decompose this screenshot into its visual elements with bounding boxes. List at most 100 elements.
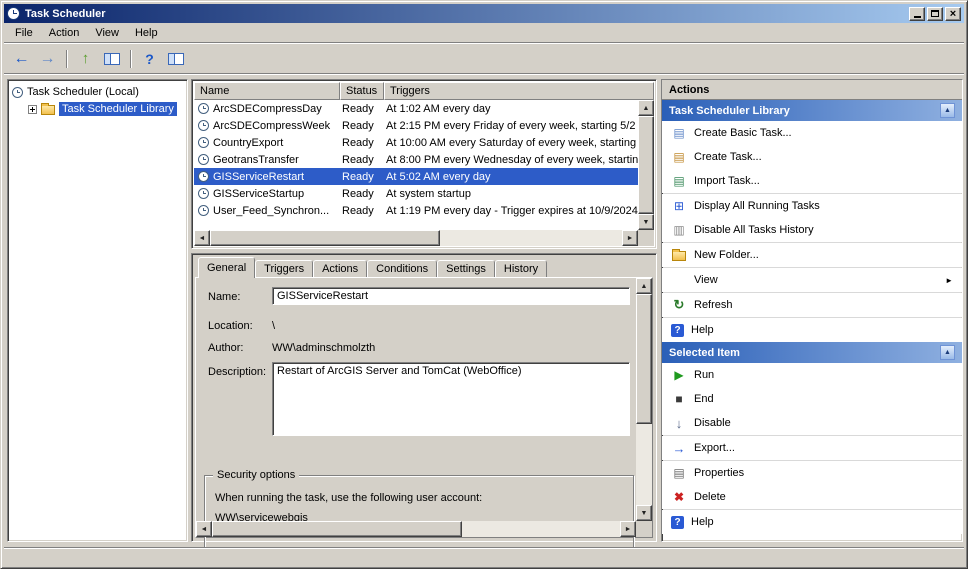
- scrollbar-thumb[interactable]: [212, 521, 462, 537]
- action-refresh[interactable]: Refresh: [662, 293, 962, 317]
- action-disable-tasks-history[interactable]: Disable All Tasks History: [662, 218, 962, 242]
- scroll-up-icon[interactable]: ▲: [638, 100, 654, 116]
- security-options-title: Security options: [213, 469, 300, 481]
- column-header-status[interactable]: Status: [340, 82, 384, 100]
- action-delete[interactable]: Delete: [662, 485, 962, 509]
- action-run[interactable]: Run: [662, 363, 962, 387]
- author-value: WW\adminschmolzth: [272, 342, 376, 354]
- action-item-label: Properties: [694, 467, 745, 479]
- action-properties[interactable]: Properties: [662, 461, 962, 485]
- forward-button[interactable]: →: [36, 47, 59, 70]
- action-import-task[interactable]: Import Task...: [662, 169, 962, 193]
- scrollbar-thumb[interactable]: [210, 230, 440, 246]
- scroll-right-icon[interactable]: ►: [622, 230, 638, 246]
- action-new-folder[interactable]: New Folder...: [662, 243, 962, 267]
- scrollbar-thumb[interactable]: [638, 116, 654, 214]
- title-bar[interactable]: Task Scheduler ×: [4, 4, 964, 23]
- help-button[interactable]: ?: [138, 47, 161, 70]
- task-name: ArcSDECompressDay: [213, 102, 322, 115]
- action-create-task[interactable]: Create Task...: [662, 145, 962, 169]
- section-header-label: Task Scheduler Library: [669, 104, 790, 117]
- tab-triggers[interactable]: Triggers: [255, 260, 314, 278]
- task-list-vertical-scrollbar[interactable]: ▲ ▼: [638, 100, 654, 230]
- section-header-selected-item[interactable]: Selected Item ▲: [662, 342, 962, 363]
- maximize-button[interactable]: [927, 6, 943, 21]
- tree-node-task-scheduler-local[interactable]: Task Scheduler (Local): [10, 84, 185, 100]
- general-tab-page: Name: GISServiceRestart Location: \ Auth…: [195, 277, 653, 551]
- task-icon: [198, 154, 209, 165]
- action-item-label: End: [694, 393, 714, 405]
- menu-file[interactable]: File: [7, 24, 41, 42]
- library-icon: [41, 103, 55, 115]
- scrollbar-thumb[interactable]: [636, 294, 652, 424]
- name-label: Name:: [208, 291, 241, 303]
- description-field[interactable]: Restart of ArcGIS Server and TomCat (Web…: [272, 362, 630, 436]
- action-export[interactable]: Export...: [662, 436, 962, 460]
- author-label: Author:: [208, 342, 244, 354]
- name-field[interactable]: GISServiceRestart: [272, 287, 630, 305]
- action-end[interactable]: End: [662, 387, 962, 411]
- details-tabs: General Triggers Actions Conditions Sett…: [198, 257, 548, 278]
- run-icon: [671, 367, 687, 383]
- task-list-horizontal-scrollbar[interactable]: ◄ ►: [194, 230, 638, 246]
- scroll-left-icon[interactable]: ◄: [194, 230, 210, 246]
- action-pane-button[interactable]: [164, 47, 187, 70]
- table-row-selected[interactable]: GISServiceRestart Ready At 5:02 AM every…: [194, 168, 638, 185]
- create-basic-task-icon: [671, 125, 687, 141]
- back-button[interactable]: ←: [10, 47, 33, 70]
- task-icon: [198, 205, 209, 216]
- collapse-icon[interactable]: ▲: [940, 103, 955, 118]
- console-tree-icon: [103, 52, 120, 65]
- collapse-icon[interactable]: ▲: [940, 345, 955, 360]
- location-value: \: [272, 320, 276, 332]
- scroll-down-icon[interactable]: ▼: [636, 505, 652, 521]
- action-item-label: Disable: [694, 417, 731, 429]
- action-display-running-tasks[interactable]: Display All Running Tasks: [662, 194, 962, 218]
- section-header-library[interactable]: Task Scheduler Library ▲: [662, 100, 962, 121]
- tab-conditions[interactable]: Conditions: [367, 260, 438, 278]
- display-running-tasks-icon: [671, 198, 687, 214]
- scroll-down-icon[interactable]: ▼: [638, 214, 654, 230]
- export-list-button[interactable]: ↑: [74, 47, 97, 70]
- details-horizontal-scrollbar[interactable]: ◄ ►: [196, 521, 636, 537]
- column-header-name[interactable]: Name: [194, 82, 340, 100]
- console-tree-button[interactable]: [100, 47, 123, 70]
- action-item-label: Help: [691, 516, 714, 528]
- column-header-triggers[interactable]: Triggers: [384, 82, 654, 100]
- action-create-basic-task[interactable]: Create Basic Task...: [662, 121, 962, 145]
- table-row[interactable]: ArcSDECompressWeek Ready At 2:15 PM ever…: [194, 117, 638, 134]
- task-triggers: At 8:00 PM every Wednesday of every week…: [386, 153, 638, 166]
- action-help-library[interactable]: ? Help: [662, 318, 962, 342]
- table-row[interactable]: GISServiceStartup Ready At system startu…: [194, 185, 638, 202]
- action-item-label: Help: [691, 324, 714, 336]
- table-row[interactable]: User_Feed_Synchron... Ready At 1:19 PM e…: [194, 202, 638, 219]
- table-row[interactable]: ArcSDECompressDay Ready At 1:02 AM every…: [194, 100, 638, 117]
- task-name: User_Feed_Synchron...: [213, 204, 330, 217]
- action-view[interactable]: View ►: [662, 268, 962, 292]
- window-title: Task Scheduler: [25, 7, 106, 20]
- minimize-button[interactable]: [909, 6, 925, 21]
- tab-actions[interactable]: Actions: [313, 260, 368, 278]
- menu-view[interactable]: View: [87, 24, 127, 42]
- scroll-right-icon[interactable]: ►: [620, 521, 636, 537]
- task-icon: [198, 103, 209, 114]
- scroll-left-icon[interactable]: ◄: [196, 521, 212, 537]
- delete-icon: [671, 489, 687, 505]
- close-button[interactable]: ×: [945, 6, 961, 21]
- tab-general[interactable]: General: [198, 257, 256, 278]
- table-row[interactable]: GeotransTransfer Ready At 8:00 PM every …: [194, 151, 638, 168]
- task-status: Ready: [342, 153, 374, 166]
- table-row[interactable]: CountryExport Ready At 10:00 AM every Sa…: [194, 134, 638, 151]
- action-help-selected[interactable]: ? Help: [662, 510, 962, 534]
- menu-action[interactable]: Action: [41, 24, 88, 42]
- menu-help[interactable]: Help: [127, 24, 166, 42]
- task-details-panel: General Triggers Actions Conditions Sett…: [191, 253, 657, 551]
- tab-settings[interactable]: Settings: [437, 260, 495, 278]
- tree-expander-icon[interactable]: [28, 104, 37, 114]
- scroll-up-icon[interactable]: ▲: [636, 278, 652, 294]
- tree-node-task-scheduler-library[interactable]: Task Scheduler Library: [26, 100, 185, 118]
- tab-history[interactable]: History: [494, 260, 548, 278]
- action-disable[interactable]: Disable: [662, 411, 962, 435]
- help-icon: ?: [671, 323, 684, 337]
- details-vertical-scrollbar[interactable]: ▲ ▼: [636, 278, 652, 521]
